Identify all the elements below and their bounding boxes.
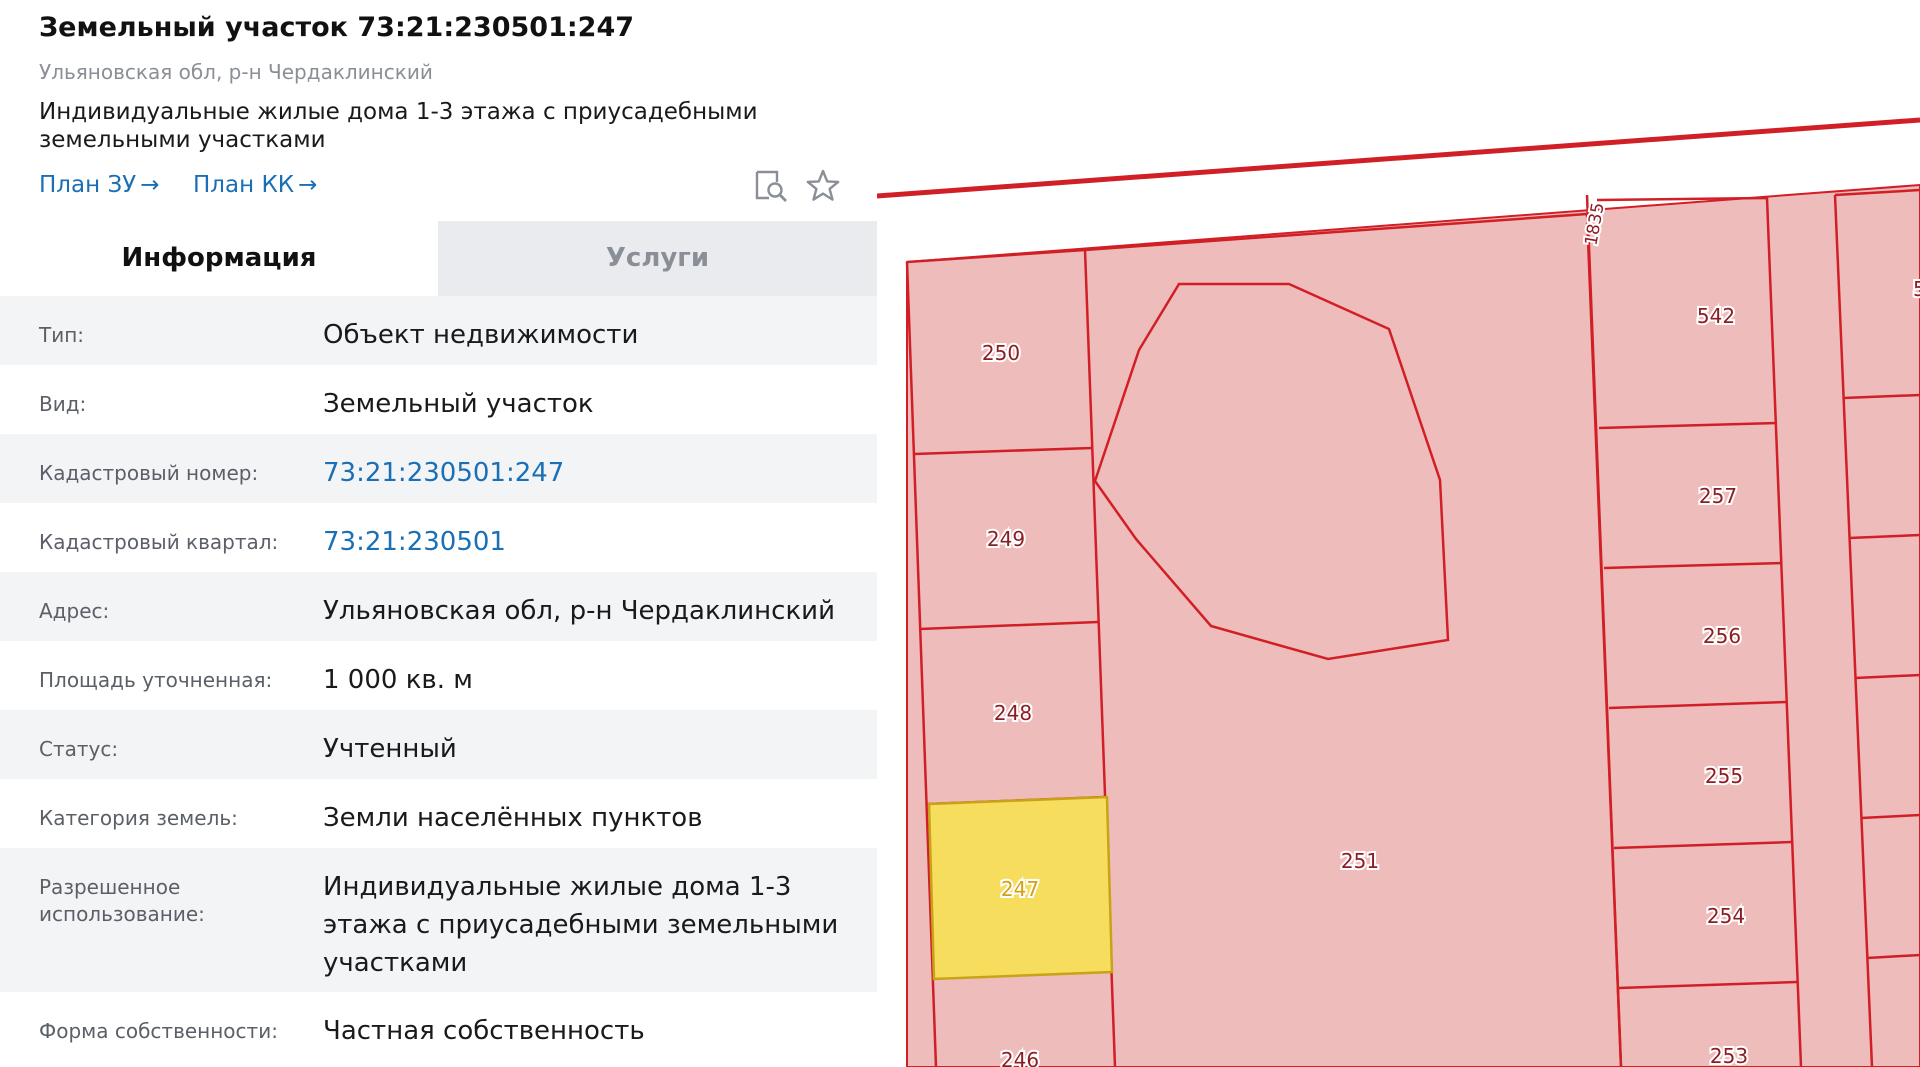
parcel-label-partial: 5 xyxy=(1913,277,1920,301)
info-label: Кадастровый номер: xyxy=(39,461,259,485)
parcel-label-255: 255 xyxy=(1705,764,1743,788)
info-table: Тип: Объект недвижимости Вид: Земельный … xyxy=(0,296,877,1061)
info-row-kind: Вид: Земельный участок xyxy=(0,365,877,434)
object-usage: Индивидуальные жилые дома 1-3 этажа с пр… xyxy=(39,99,758,153)
info-row-permitted-use: Разрешенное использование: Индивидуальны… xyxy=(0,848,877,992)
info-label: Категория земель: xyxy=(39,806,238,830)
info-row-type: Тип: Объект недвижимости xyxy=(0,296,877,365)
info-label: Форма собственности: xyxy=(39,1019,278,1043)
info-row-address: Адрес: Ульяновская обл, р-н Чердаклински… xyxy=(0,572,877,641)
info-row-area: Площадь уточненная: 1 000 кв. м xyxy=(0,641,877,710)
parcel-label-257: 257 xyxy=(1699,484,1737,508)
info-row-cadastral-quarter: Кадастровый квартал: 73:21:230501 xyxy=(0,503,877,572)
parcel-label-254: 254 xyxy=(1707,904,1745,928)
info-value: Частная собственность xyxy=(323,1016,645,1046)
info-value: Земельный участок xyxy=(323,389,594,419)
parcel-label-250: 250 xyxy=(982,341,1020,365)
info-value: 1 000 кв. м xyxy=(323,665,473,695)
plan-zu-label: План ЗУ xyxy=(39,172,137,198)
info-value: Ульяновская обл, р-н Чердаклинский xyxy=(323,596,835,626)
parcel-label-542: 542 xyxy=(1697,304,1735,328)
cadastral-map[interactable]: 250 249 248 246 251 542 257 256 255 254 … xyxy=(877,0,1920,1067)
parcel-label-256: 256 xyxy=(1703,624,1741,648)
info-label: Площадь уточненная: xyxy=(39,668,273,692)
info-label: Тип: xyxy=(39,323,85,347)
arrow-right-icon: → xyxy=(140,172,160,198)
parcel-label-249: 249 xyxy=(987,527,1025,551)
road-boundary xyxy=(877,117,1920,199)
info-label: Статус: xyxy=(39,737,119,761)
info-value: Учтенный xyxy=(323,734,457,764)
info-label: Кадастровый квартал: xyxy=(39,530,279,554)
info-value: Земли населённых пунктов xyxy=(323,803,703,833)
cadastral-quarter-link[interactable]: 73:21:230501 xyxy=(323,523,843,561)
tab-information[interactable]: Информация xyxy=(0,221,438,296)
info-row-ownership: Форма собственности: Частная собственнос… xyxy=(0,992,877,1061)
info-panel: Земельный участок 73:21:230501:247 Ульян… xyxy=(0,0,877,1067)
arrow-right-icon: → xyxy=(298,172,318,198)
parcel-label-248: 248 xyxy=(994,701,1032,725)
tabs: Информация Услуги xyxy=(0,221,877,296)
info-label: Адрес: xyxy=(39,599,110,623)
parcel-label-247: 247 xyxy=(1001,877,1039,901)
plan-zu-link[interactable]: План ЗУ → xyxy=(39,172,159,198)
tab-services[interactable]: Услуги xyxy=(438,221,877,296)
info-label: Разрешенное использование: xyxy=(39,875,205,926)
parcel-label-246: 246 xyxy=(1001,1048,1039,1067)
object-address: Ульяновская обл, р-н Чердаклинский xyxy=(39,60,433,84)
info-label: Вид: xyxy=(39,392,87,416)
info-row-land-category: Категория земель: Земли населённых пункт… xyxy=(0,779,877,848)
cadastral-number-link[interactable]: 73:21:230501:247 xyxy=(323,454,843,492)
parcel-label-253: 253 xyxy=(1710,1044,1748,1067)
parcel-label-251: 251 xyxy=(1341,849,1379,873)
star-icon[interactable] xyxy=(805,168,841,204)
plan-kk-label: План КК xyxy=(193,172,295,198)
info-row-cadastral-number: Кадастровый номер: 73:21:230501:247 xyxy=(0,434,877,503)
info-value: Объект недвижимости xyxy=(323,320,639,350)
info-row-status: Статус: Учтенный xyxy=(0,710,877,779)
page-title: Земельный участок 73:21:230501:247 xyxy=(39,12,635,43)
search-document-icon[interactable] xyxy=(753,168,789,204)
plan-kk-link[interactable]: План КК → xyxy=(193,172,317,198)
info-value: Индивидуальные жилые дома 1-3 этажа с пр… xyxy=(323,872,839,978)
